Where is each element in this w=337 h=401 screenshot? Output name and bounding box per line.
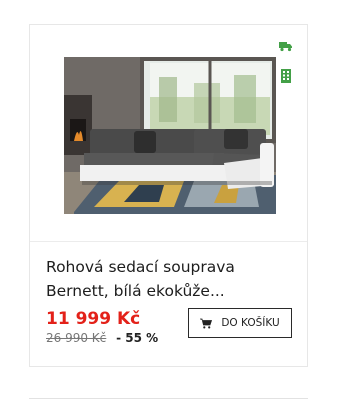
product-card[interactable]: Rohová sedací souprava Bernett, bílá eko…	[29, 24, 308, 367]
product-image-area[interactable]	[30, 25, 307, 241]
next-card-edge	[29, 398, 308, 399]
truck-icon	[279, 42, 292, 52]
store-icon	[281, 69, 291, 83]
discount-badge: - 55 %	[116, 331, 159, 345]
product-title-line-2[interactable]: Bernett, bílá ekokůže...	[46, 282, 225, 300]
product-image[interactable]	[64, 57, 276, 214]
add-to-cart-label: DO KOŠÍKU	[221, 317, 280, 329]
old-price: 26 990 Kč	[46, 331, 107, 345]
price-comparison: 26 990 Kč - 55 %	[46, 331, 158, 345]
product-title[interactable]: Rohová sedací souprava Bernett, bílá eko…	[46, 255, 296, 303]
product-title-line-1[interactable]: Rohová sedací souprava	[46, 258, 235, 276]
add-to-cart-button[interactable]: DO KOŠÍKU	[188, 308, 292, 338]
current-price: 11 999 Kč	[46, 309, 141, 329]
card-divider	[30, 241, 307, 242]
cart-icon	[200, 318, 213, 328]
